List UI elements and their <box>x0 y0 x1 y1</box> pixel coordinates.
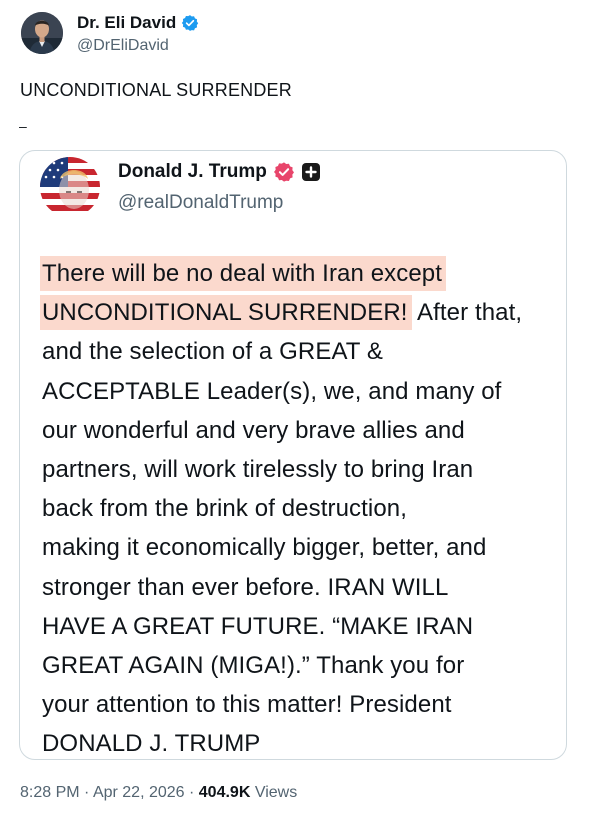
quoted-name[interactable]: Donald J. Trump <box>118 161 321 183</box>
quoted-body-line: our wonderful and very brave allies and <box>42 416 465 444</box>
quoted-body-line: UNCONDITIONAL SURRENDER! After that, <box>40 293 562 332</box>
quoted-body-line: back from the brink of destruction, <box>42 495 407 523</box>
meta-separator: · <box>184 784 199 801</box>
views-label: Views <box>250 784 298 801</box>
post-time[interactable]: 8:28 PM <box>20 784 80 801</box>
quoted-body-line: There will be no deal with Iran except <box>40 254 562 293</box>
quoted-body-line: partners, will work tirelessly to bring … <box>42 456 474 484</box>
quoted-body-line: your attention to this matter! President <box>42 691 452 719</box>
quoted-body: There will be no deal with Iran except U… <box>40 254 562 759</box>
quoted-body-line: HAVE A GREAT FUTURE. “MAKE IRAN <box>42 612 474 640</box>
post-text: UNCONDITIONAL SURRENDER <box>20 80 292 100</box>
plus-box-icon <box>301 163 320 181</box>
quoted-body-line: DONALD J. TRUMP <box>42 730 261 758</box>
truth-verified-icon <box>273 162 294 182</box>
quoted-body-line: and the selection of a GREAT & <box>42 338 383 366</box>
quoted-body-line: making it economically bigger, better, a… <box>42 534 487 562</box>
author-avatar[interactable] <box>21 12 63 54</box>
quoted-name-text: Donald J. Trump <box>118 161 267 182</box>
highlighted-text: UNCONDITIONAL SURRENDER! <box>40 295 412 331</box>
post-metadata: 8:28 PM · Apr 22, 2026 · 404.9K Views <box>20 784 297 802</box>
verified-badge-icon <box>182 15 199 31</box>
meta-separator: · <box>79 784 93 801</box>
author-name-text: Dr. Eli David <box>77 13 177 32</box>
author-avatar-image <box>21 12 63 54</box>
quoted-post-card[interactable]: Donald J. Trump @realDonaldTrump There w… <box>19 150 567 760</box>
quoted-handle[interactable]: @realDonaldTrump <box>118 192 283 214</box>
post-separator: – <box>19 118 27 134</box>
author-name[interactable]: Dr. Eli David <box>77 13 199 33</box>
quoted-body-line: ACCEPTABLE Leader(s), we, and many of <box>42 377 502 405</box>
quoted-avatar-image <box>40 157 100 217</box>
author-handle[interactable]: @DrEliDavid <box>77 37 169 55</box>
highlighted-text: There will be no deal with Iran except <box>40 256 447 291</box>
quoted-avatar[interactable] <box>40 157 100 217</box>
quoted-body-line: GREAT AGAIN (MIGA!).” Thank you for <box>42 652 465 680</box>
post-date[interactable]: Apr 22, 2026 <box>93 784 185 801</box>
views-count: 404.9K <box>198 784 251 801</box>
quoted-body-line: stronger than ever before. IRAN WILL <box>42 573 449 601</box>
